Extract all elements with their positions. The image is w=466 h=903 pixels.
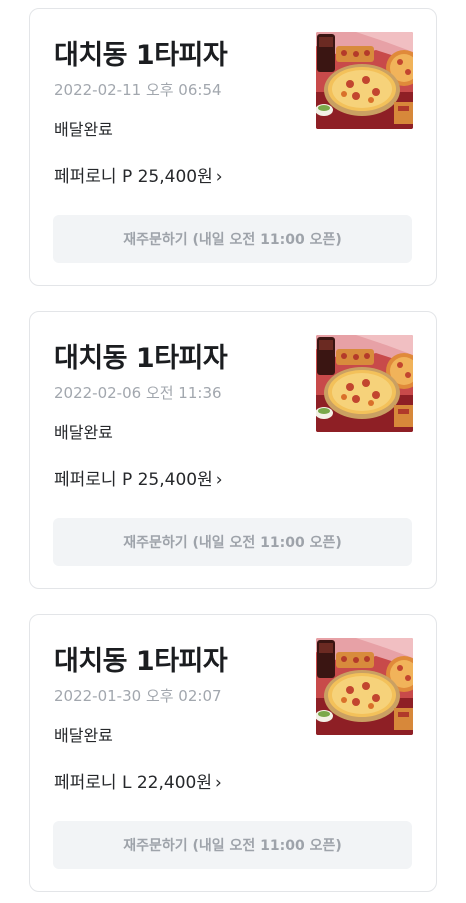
order-detail-link[interactable]: 페퍼로니 P 25,400원 › — [54, 465, 223, 490]
chevron-right-icon: › — [215, 167, 223, 187]
delivery-status: 배달완료 — [54, 423, 113, 442]
order-history-list: 대치동 1타피자 2022-02-11 오후 06:54 배달완료 페퍼로니 P… — [0, 0, 466, 903]
reorder-button[interactable]: 재주문하기 (내일 오전 11:00 오픈) — [53, 518, 412, 566]
store-name[interactable]: 대치동 1타피자 — [54, 336, 228, 375]
chevron-right-icon: › — [215, 470, 223, 490]
reorder-button[interactable]: 재주문하기 (내일 오전 11:00 오픈) — [53, 821, 412, 869]
order-datetime: 2022-02-06 오전 11:36 — [54, 384, 222, 402]
menu-summary: 페퍼로니 L 22,400원 — [54, 773, 212, 793]
pizza-thumbnail[interactable] — [316, 335, 413, 432]
reorder-button[interactable]: 재주문하기 (내일 오전 11:00 오픈) — [53, 215, 412, 263]
store-name[interactable]: 대치동 1타피자 — [54, 33, 228, 72]
order-card[interactable]: 대치동 1타피자 2022-01-30 오후 02:07 배달완료 페퍼로니 L… — [29, 614, 437, 892]
delivery-status: 배달완료 — [54, 726, 113, 745]
pizza-thumbnail[interactable] — [316, 32, 413, 129]
chevron-right-icon: › — [214, 773, 222, 793]
order-datetime: 2022-02-11 오후 06:54 — [54, 81, 222, 99]
menu-summary: 페퍼로니 P 25,400원 — [54, 470, 213, 490]
order-detail-link[interactable]: 페퍼로니 P 25,400원 › — [54, 162, 223, 187]
menu-summary: 페퍼로니 P 25,400원 — [54, 167, 213, 187]
delivery-status: 배달완료 — [54, 120, 113, 139]
order-card[interactable]: 대치동 1타피자 2022-02-06 오전 11:36 배달완료 페퍼로니 P… — [29, 311, 437, 589]
order-datetime: 2022-01-30 오후 02:07 — [54, 687, 222, 705]
pizza-thumbnail[interactable] — [316, 638, 413, 735]
order-card[interactable]: 대치동 1타피자 2022-02-11 오후 06:54 배달완료 페퍼로니 P… — [29, 8, 437, 286]
store-name[interactable]: 대치동 1타피자 — [54, 639, 228, 678]
order-detail-link[interactable]: 페퍼로니 L 22,400원 › — [54, 768, 222, 793]
